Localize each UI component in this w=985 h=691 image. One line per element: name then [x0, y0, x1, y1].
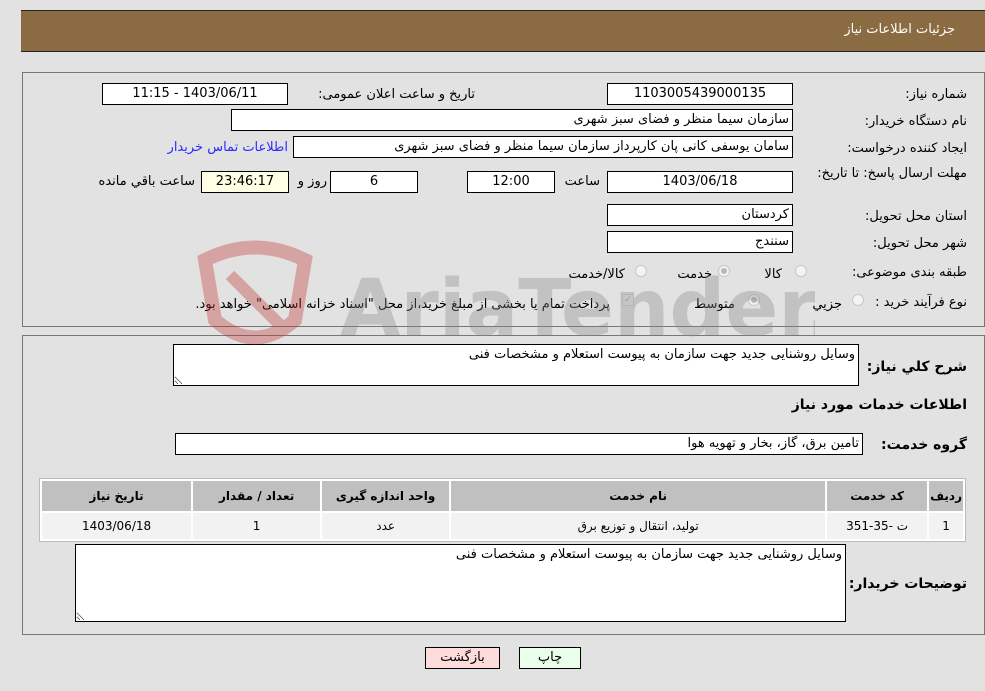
- cell-need-date: 1403/06/18: [42, 513, 192, 539]
- category-label: طبقه بندی موضوعی:: [851, 265, 967, 280]
- province-label: استان محل تحویل:: [865, 209, 967, 224]
- category-option-goods: کالا: [764, 267, 782, 282]
- purchase-radio-medium[interactable]: [748, 294, 760, 306]
- deadline-time-field[interactable]: 12:00: [467, 171, 555, 193]
- province-field[interactable]: کردستان: [607, 204, 793, 226]
- back-button[interactable]: بازگشت: [425, 647, 500, 669]
- table-header-row: ردیف کد خدمت نام خدمت واحد اندازه گیری ت…: [42, 481, 963, 511]
- service-group-field[interactable]: تامین برق، گاز، بخار و تهویه هوا: [175, 433, 863, 455]
- cell-service-code: ت -35-351: [827, 513, 928, 539]
- time-remaining-label: ساعت باقي مانده: [98, 174, 195, 189]
- city-field[interactable]: سنندج: [607, 231, 793, 253]
- deadline-date-field[interactable]: 1403/06/18: [607, 171, 793, 193]
- category-radio-service[interactable]: [718, 265, 730, 277]
- purchase-option-minor: جزيي: [812, 297, 842, 312]
- category-radio-goods-service[interactable]: [635, 265, 647, 277]
- cell-unit: عدد: [322, 513, 450, 539]
- service-group-label: گروه خدمت:: [881, 437, 967, 453]
- general-desc-label: شرح کلي نیاز:: [866, 359, 967, 375]
- services-table: ردیف کد خدمت نام خدمت واحد اندازه گیری ت…: [39, 478, 966, 542]
- general-desc-textarea[interactable]: [173, 344, 859, 386]
- col-unit: واحد اندازه گیری: [322, 481, 450, 511]
- treasury-checkbox-label: پرداخت تمام یا بخشی از مبلغ خرید،از محل …: [195, 297, 610, 312]
- cell-quantity: 1: [193, 513, 321, 539]
- announce-datetime-label: تاریخ و ساعت اعلان عمومی:: [318, 87, 475, 102]
- col-quantity: تعداد / مقدار: [193, 481, 321, 511]
- services-heading: اطلاعات خدمات مورد نیاز: [791, 397, 967, 413]
- col-service-code: کد خدمت: [827, 481, 928, 511]
- city-label: شهر محل تحویل:: [872, 236, 967, 251]
- time-remaining-field: 23:46:17: [201, 171, 289, 193]
- treasury-checkbox[interactable]: ✓: [622, 294, 634, 306]
- buyer-contact-link[interactable]: اطلاعات تماس خریدار: [168, 140, 288, 155]
- purchase-option-medium: متوسط: [694, 297, 735, 312]
- print-button[interactable]: چاپ: [519, 647, 581, 669]
- days-remaining-field[interactable]: 6: [330, 171, 418, 193]
- col-row-number: ردیف: [929, 481, 963, 511]
- need-number-label: شماره نیاز:: [905, 87, 967, 102]
- table-row: 1 ت -35-351 تولید، انتقال و توزیع برق عد…: [42, 513, 963, 539]
- col-service-name: نام خدمت: [451, 481, 826, 511]
- purchase-radio-minor[interactable]: [852, 294, 864, 306]
- days-label: روز و: [297, 174, 327, 189]
- buyer-org-field[interactable]: سازمان سیما منظر و فضای سبز شهری: [231, 109, 793, 131]
- category-option-service: خدمت: [677, 267, 712, 282]
- page-header: جزئیات اطلاعات نیاز: [21, 10, 985, 52]
- need-number-field[interactable]: 1103005439000135: [607, 83, 793, 105]
- page-title: جزئیات اطلاعات نیاز: [844, 22, 955, 37]
- buyer-notes-label: توضیحات خریدار:: [848, 576, 967, 592]
- announce-datetime-field[interactable]: 1403/06/11 - 11:15: [102, 83, 288, 105]
- requester-field[interactable]: سامان یوسفی کانی پان کارپرداز سازمان سیم…: [293, 136, 793, 158]
- cell-row-number: 1: [929, 513, 963, 539]
- buyer-org-label: نام دستگاه خریدار:: [864, 114, 967, 129]
- category-radio-goods[interactable]: [795, 265, 807, 277]
- deadline-time-label: ساعت: [564, 174, 600, 189]
- requester-label: ایجاد کننده درخواست:: [847, 141, 967, 156]
- deadline-label: مهلت ارسال پاسخ: تا تاریخ:: [817, 166, 967, 181]
- buyer-notes-textarea[interactable]: [75, 544, 846, 622]
- cell-service-name: تولید، انتقال و توزیع برق: [451, 513, 826, 539]
- category-option-goods-service: کالا/خدمت: [568, 267, 625, 282]
- col-need-date: تاریخ نیاز: [42, 481, 192, 511]
- purchase-type-label: نوع فرآیند خرید :: [875, 295, 967, 310]
